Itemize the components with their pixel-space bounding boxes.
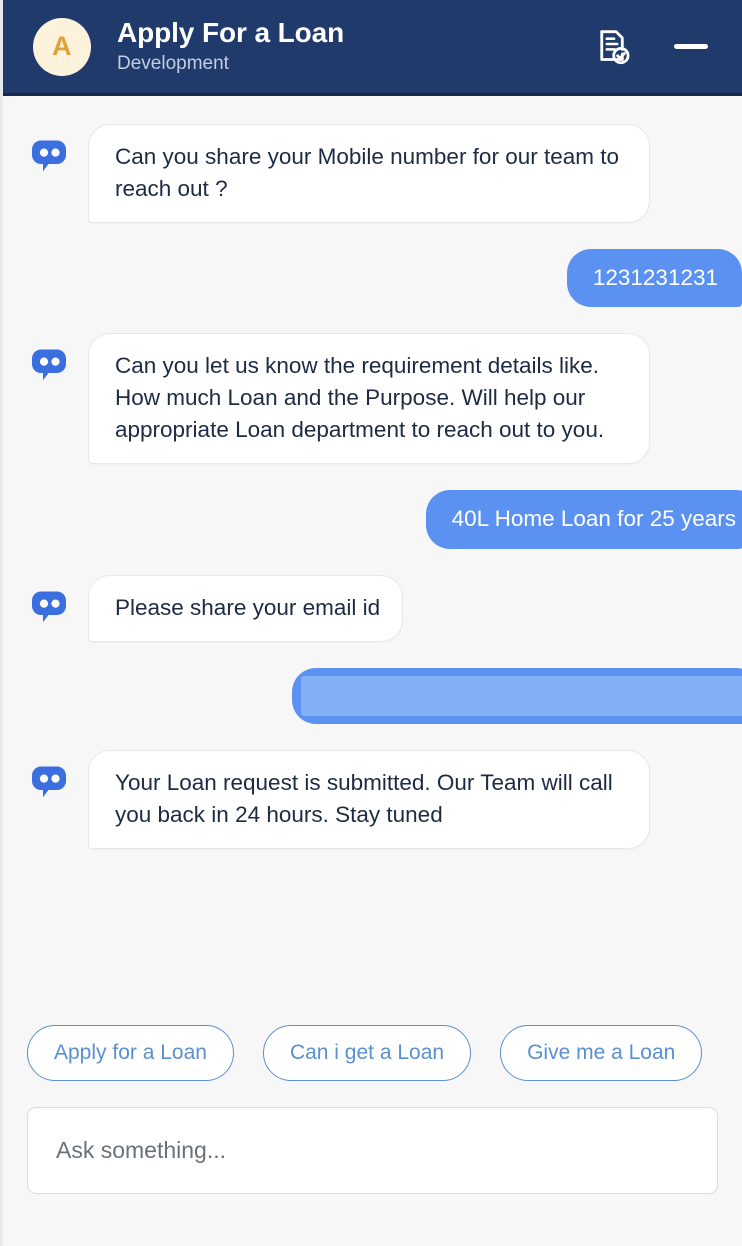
message-bubble: 40L Home Loan for 25 years [425, 490, 742, 549]
chat-bot-icon [27, 344, 71, 388]
message-bubble: 1231231231 [566, 248, 742, 308]
message-row-bot: Can you share your Mobile number for our… [3, 124, 742, 223]
redacted-message-bubble [292, 667, 742, 724]
chat-bot-icon [27, 586, 71, 630]
message-row-user: 1231231231 [3, 248, 742, 308]
bottom-spacer [3, 1194, 742, 1246]
avatar: A [33, 17, 91, 76]
message-bubble: Can you share your Mobile number for our… [88, 124, 650, 223]
page-title: Apply For a Loan [117, 17, 345, 49]
document-check-icon[interactable] [596, 28, 630, 66]
chat-widget: A Apply For a Loan Development Can you s… [0, 0, 742, 1246]
composer [3, 1107, 742, 1194]
message-row-bot: Your Loan request is submitted. Our Team… [3, 749, 742, 849]
message-row-bot: Can you let us know the requirement deta… [3, 333, 742, 465]
minimize-icon[interactable] [674, 44, 708, 49]
message-bubble: Your Loan request is submitted. Our Team… [88, 749, 650, 849]
chat-header: A Apply For a Loan Development [3, 0, 742, 96]
header-title-block: Apply For a Loan Development [117, 17, 596, 75]
message-input-wrapper[interactable] [27, 1107, 718, 1194]
chat-bot-icon [27, 761, 71, 805]
quick-reply-chip[interactable]: Apply for a Loan [27, 1025, 234, 1081]
message-bubble: Can you let us know the requirement deta… [88, 333, 650, 465]
quick-reply-list: Apply for a Loan Can i get a Loan Give m… [3, 1023, 742, 1081]
message-row-user [3, 667, 742, 724]
message-row-bot: Please share your email id [3, 574, 742, 642]
quick-reply-chip[interactable]: Give me a Loan [500, 1025, 703, 1081]
message-list: Can you share your Mobile number for our… [3, 96, 742, 1023]
message-row-user: 40L Home Loan for 25 years [3, 490, 742, 549]
quick-reply-chip[interactable]: Can i get a Loan [262, 1025, 472, 1081]
message-bubble: Please share your email id [88, 574, 404, 642]
header-subtitle: Development [117, 52, 229, 74]
message-input[interactable] [54, 1136, 691, 1165]
header-actions [596, 28, 714, 66]
chat-bot-icon [27, 135, 71, 179]
